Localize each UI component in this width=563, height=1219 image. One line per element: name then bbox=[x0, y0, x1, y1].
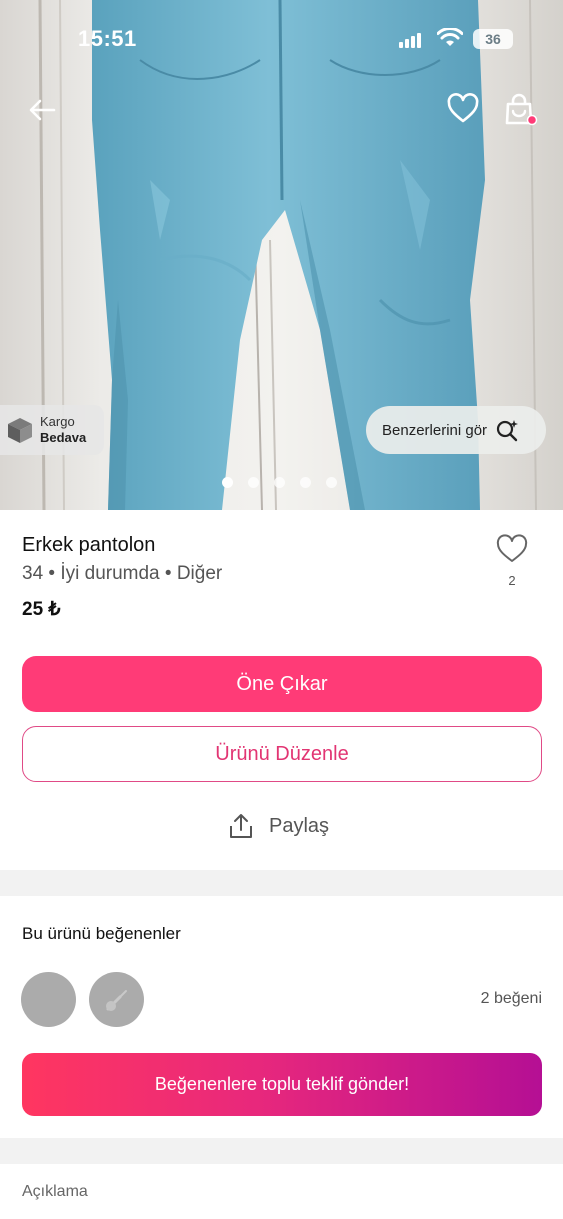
status-bar: 15:51 36 bbox=[0, 22, 563, 58]
free-label: Bedava bbox=[40, 430, 87, 445]
likers-title: Bu ürünü beğenenler bbox=[22, 924, 181, 943]
share-icon bbox=[230, 814, 252, 838]
wifi-icon bbox=[437, 28, 463, 46]
shopping-bag-icon[interactable] bbox=[502, 92, 538, 128]
share-button[interactable]: Paylaş bbox=[229, 810, 329, 842]
like-count: 2 bbox=[508, 573, 516, 588]
description-section: Açıklama bbox=[0, 1164, 563, 1219]
likers-section: Bu ürünü beğenenler 2 beğeni Beğenenlere… bbox=[0, 896, 563, 1138]
gallery-dot[interactable] bbox=[222, 477, 233, 488]
promote-button[interactable]: Öne Çıkar bbox=[22, 656, 542, 712]
arrow-left-icon[interactable] bbox=[26, 94, 58, 126]
cargo-label: Kargo bbox=[40, 414, 75, 429]
search-sparkle-icon bbox=[496, 420, 519, 442]
see-similar-label: Benzerlerini gör bbox=[382, 421, 488, 439]
gallery-dot[interactable] bbox=[300, 477, 311, 488]
description-title: Açıklama bbox=[22, 1183, 88, 1200]
heart-icon[interactable] bbox=[446, 92, 480, 126]
product-title: Erkek pantolon bbox=[22, 534, 156, 556]
gallery-dot[interactable] bbox=[326, 477, 337, 488]
status-time: 15:51 bbox=[78, 26, 137, 51]
product-image-gallery[interactable]: 15:51 36 Kargo Bedava Benzerlerini gör bbox=[0, 0, 563, 510]
gallery-pagination bbox=[222, 477, 337, 488]
likes-total[interactable]: 2 beğeni bbox=[481, 990, 542, 1008]
guitar-icon bbox=[106, 990, 127, 1011]
battery-indicator: 36 bbox=[473, 29, 513, 49]
box-icon bbox=[8, 418, 32, 443]
share-label: Paylaş bbox=[269, 814, 330, 837]
free-shipping-badge: Kargo Bedava bbox=[0, 405, 104, 455]
product-price: 25 ₺ bbox=[22, 599, 61, 620]
product-meta: 34 • İyi durumda • Diğer bbox=[22, 563, 223, 584]
gallery-dot[interactable] bbox=[248, 477, 259, 488]
cellular-signal-icon bbox=[399, 33, 421, 48]
product-info-card: Erkek pantolon 34 • İyi durumda • Diğer … bbox=[0, 510, 563, 870]
avatar[interactable] bbox=[21, 972, 76, 1027]
see-similar-button[interactable]: Benzerlerini gör bbox=[366, 406, 546, 454]
like-button[interactable]: 2 bbox=[496, 534, 528, 588]
send-bulk-offer-button[interactable]: Beğenenlere toplu teklif gönder! bbox=[22, 1053, 542, 1116]
gallery-dot[interactable] bbox=[274, 477, 285, 488]
edit-product-button[interactable]: Ürünü Düzenle bbox=[22, 726, 542, 782]
heart-icon bbox=[496, 534, 528, 562]
avatar[interactable] bbox=[89, 972, 144, 1027]
